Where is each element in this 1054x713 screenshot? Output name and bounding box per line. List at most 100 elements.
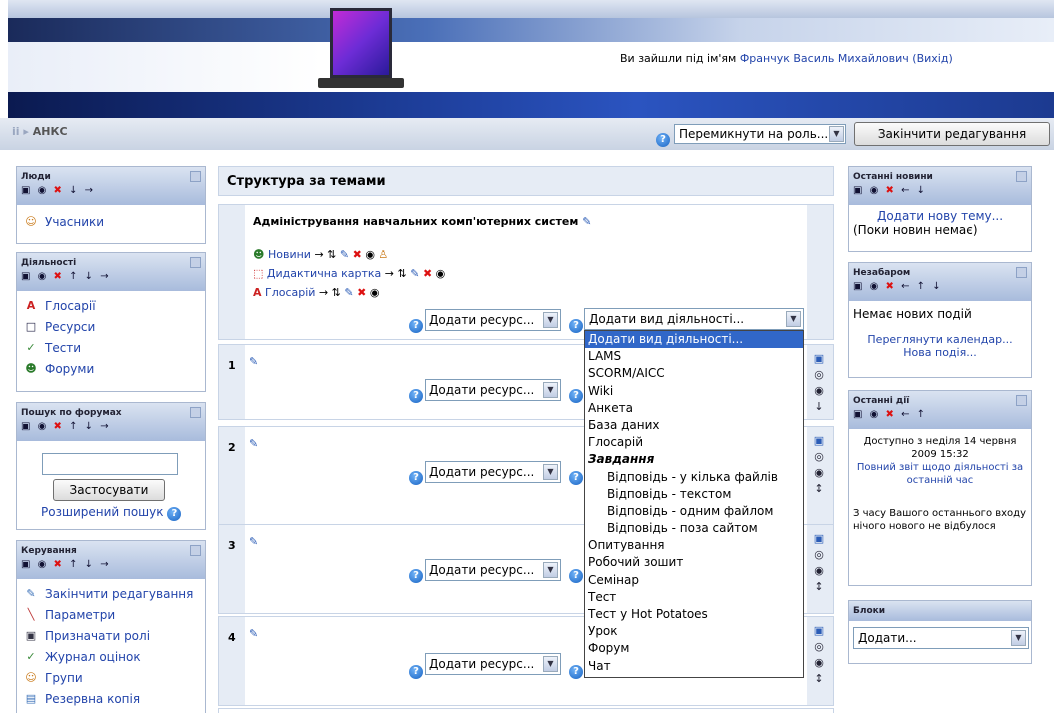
add-resource-select[interactable]: Додати ресурс... ▼ [425, 653, 561, 675]
advanced-search-link[interactable]: Розширений пошук [41, 505, 164, 519]
edit-summary-icon[interactable]: ✎ [249, 627, 258, 640]
add-resource-select[interactable]: Додати ресурс... ▼ [425, 379, 561, 401]
news-link[interactable]: Новини [268, 248, 311, 261]
show-only-section-icon[interactable]: ▣ [812, 351, 826, 367]
chevron-down-icon[interactable]: ▼ [543, 312, 558, 328]
hide-eye-icon[interactable]: ◉ [812, 655, 826, 671]
activity-option[interactable]: Урок [585, 623, 803, 640]
admin-label[interactable]: Резервна копія [45, 692, 140, 706]
collapse-icon[interactable] [190, 545, 201, 556]
participants-label[interactable]: Учасники [45, 215, 104, 229]
admin-item-end-editing[interactable]: ✎ Закінчити редагування [23, 583, 199, 604]
activity-option[interactable]: Тест у Hot Potatoes [585, 606, 803, 623]
activity-option[interactable]: Форум [585, 640, 803, 657]
help-icon[interactable]: ? [656, 133, 670, 147]
section-controls[interactable]: ▣ ◎ ◉ ↕ [812, 433, 826, 497]
add-resource-select[interactable]: Додати ресурс... ▼ [425, 461, 561, 483]
admin-label[interactable]: Закінчити редагування [45, 587, 193, 601]
hide-eye-icon[interactable]: ◉ [812, 465, 826, 481]
show-only-section-icon[interactable]: ▣ [812, 531, 826, 547]
activity-option[interactable]: Відповідь - текстом [585, 486, 803, 503]
logout-link[interactable]: (Вихід) [912, 52, 952, 65]
activity-option[interactable]: Відповідь - одним файлом [585, 503, 803, 520]
block-edit-icons[interactable]: ▣ ◉ ✖ ← ↑ ↓ [853, 281, 943, 292]
admin-label[interactable]: Призначати ролі [45, 629, 150, 643]
edit-summary-icon[interactable]: ✎ [582, 215, 591, 228]
activity-label[interactable]: Тести [45, 341, 81, 355]
admin-item-settings[interactable]: ╲ Параметри [23, 604, 199, 625]
advanced-search[interactable]: Розширений пошук ? [41, 505, 182, 521]
collapse-icon[interactable] [190, 407, 201, 418]
move-up-down-icon[interactable]: ↕ [812, 671, 826, 687]
help-icon[interactable]: ? [409, 319, 423, 333]
search-apply-button[interactable]: Застосувати [53, 479, 165, 501]
help-icon[interactable]: ? [409, 665, 423, 679]
forum-search-input[interactable] [42, 453, 178, 475]
help-icon[interactable]: ? [409, 389, 423, 403]
activity-option[interactable]: Опитування [585, 537, 803, 554]
collapse-icon[interactable] [1016, 395, 1027, 406]
help-icon[interactable]: ? [409, 471, 423, 485]
user-profile-link[interactable]: Франчук Василь Михайлович [740, 52, 909, 65]
chevron-down-icon[interactable]: ▼ [543, 382, 558, 398]
add-resource-select[interactable]: Додати ресурс... ▼ [425, 309, 561, 331]
help-icon[interactable]: ? [409, 569, 423, 583]
section-controls[interactable]: ▣ ◎ ◉ ↕ [812, 531, 826, 595]
activity-option[interactable]: Анкета [585, 400, 803, 417]
help-icon[interactable]: ? [569, 569, 583, 583]
activity-option[interactable]: Відповідь - у кілька файлів [585, 469, 803, 486]
hide-eye-icon[interactable]: ◉ [812, 563, 826, 579]
block-edit-icons[interactable]: ▣ ◉ ✖ ↓ → [21, 185, 95, 196]
section-controls[interactable]: ▣ ◎ ◉ ↓ [812, 351, 826, 415]
resource-edit-icons[interactable]: → ⇅ ✎ ✖ ◉ ♙ [314, 248, 388, 261]
activity-item-glossaries[interactable]: A Глосарії [23, 295, 199, 316]
highlight-icon[interactable]: ◎ [812, 547, 826, 563]
activity-option[interactable]: Робочий зошит [585, 554, 803, 571]
add-news-topic-link[interactable]: Додати нову тему... [877, 209, 1003, 223]
move-up-down-icon[interactable]: ↕ [812, 579, 826, 595]
chevron-down-icon[interactable]: ▼ [543, 562, 558, 578]
activity-option[interactable]: Семінар [585, 572, 803, 589]
admin-item-gradebook[interactable]: ✓ Журнал оцінок [23, 646, 199, 667]
activity-label[interactable]: Глосарії [45, 299, 96, 313]
help-icon[interactable]: ? [569, 665, 583, 679]
activity-options-list[interactable]: Додати вид діяльності... LAMS SCORM/AICC Wi… [584, 330, 804, 678]
activity-option[interactable]: Додати вид діяльності... [585, 331, 803, 349]
help-icon[interactable]: ? [569, 319, 583, 333]
full-report-link[interactable]: Повний звіт щодо діяльності за останній … [857, 462, 1023, 486]
edit-summary-icon[interactable]: ✎ [249, 535, 258, 548]
hide-eye-icon[interactable]: ◉ [812, 383, 826, 399]
admin-label[interactable]: Журнал оцінок [45, 650, 141, 664]
chevron-down-icon[interactable]: ▼ [543, 656, 558, 672]
activity-option[interactable]: Wiki [585, 383, 803, 400]
resource-edit-icons[interactable]: → ⇅ ✎ ✖ ◉ [385, 267, 445, 280]
admin-item-assign-roles[interactable]: ▣ Призначати ролі [23, 625, 199, 646]
add-activity-select[interactable]: Додати вид діяльності... ▼ [584, 308, 804, 330]
collapse-icon[interactable] [1016, 267, 1027, 278]
resource-edit-icons[interactable]: → ⇅ ✎ ✖ ◉ [319, 286, 379, 299]
help-icon[interactable]: ? [569, 471, 583, 485]
help-icon[interactable]: ? [167, 507, 182, 521]
switch-role-select[interactable]: Перемикнути на роль... ▼ [674, 124, 846, 144]
activity-option[interactable]: LAMS [585, 348, 803, 365]
admin-item-groups[interactable]: ☺ Групи [23, 667, 199, 688]
chevron-down-icon[interactable]: ▼ [786, 311, 801, 327]
activity-item-quizzes[interactable]: ✓ Тести [23, 337, 199, 358]
activity-option[interactable]: Завдання [585, 451, 803, 468]
chevron-down-icon[interactable]: ▼ [543, 464, 558, 480]
glossary-link[interactable]: Глосарій [265, 286, 315, 299]
activity-option[interactable]: Глосарій [585, 434, 803, 451]
section-controls[interactable]: ▣ ◎ ◉ ↕ [812, 623, 826, 687]
edit-summary-icon[interactable]: ✎ [249, 355, 258, 368]
breadcrumb-prefix[interactable]: ii ▸ [12, 125, 29, 138]
view-calendar-link[interactable]: Переглянути календар... [867, 333, 1012, 346]
collapse-icon[interactable] [190, 257, 201, 268]
block-edit-icons[interactable]: ▣ ◉ ✖ ↑ ↓ → [21, 421, 111, 432]
chevron-down-icon[interactable]: ▼ [829, 126, 844, 142]
block-edit-icons[interactable]: ▣ ◉ ✖ ↑ ↓ → [21, 271, 111, 282]
highlight-icon[interactable]: ◎ [812, 449, 826, 465]
admin-item-backup[interactable]: ▤ Резервна копія [23, 688, 199, 709]
show-only-section-icon[interactable]: ▣ [812, 433, 826, 449]
move-down-icon[interactable]: ↓ [812, 399, 826, 415]
admin-label[interactable]: Групи [45, 671, 83, 685]
